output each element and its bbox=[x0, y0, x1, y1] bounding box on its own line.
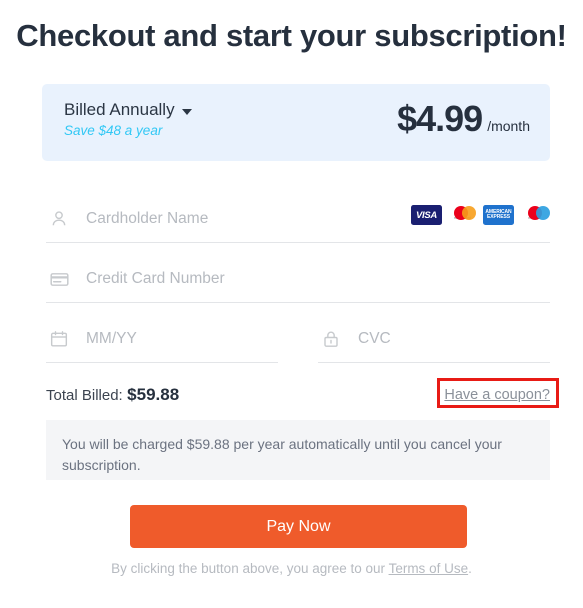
cvc-input[interactable] bbox=[358, 330, 550, 348]
lock-icon bbox=[318, 326, 344, 352]
credit-card-icon bbox=[46, 266, 72, 292]
payment-form: VISA mastercard AMERICAN EXPRESS bbox=[46, 196, 550, 363]
total-billed-label: Total Billed: bbox=[46, 387, 123, 404]
plan-banner: Billed Annually Save $48 a year $4.99 /m… bbox=[42, 84, 550, 161]
cardholder-row: VISA mastercard AMERICAN EXPRESS bbox=[46, 196, 550, 243]
pay-now-button[interactable]: Pay Now bbox=[130, 505, 467, 548]
card-number-row bbox=[46, 256, 550, 303]
american-express-icon: AMERICAN EXPRESS bbox=[483, 205, 514, 225]
chevron-down-icon bbox=[181, 108, 192, 115]
expiry-cvc-row bbox=[46, 316, 550, 363]
billing-disclaimer: You will be charged $59.88 per year auto… bbox=[46, 420, 550, 480]
card-number-field[interactable] bbox=[46, 256, 550, 303]
card-number-input[interactable] bbox=[86, 270, 550, 288]
expiry-input[interactable] bbox=[86, 330, 278, 348]
mastercard-icon: mastercard bbox=[447, 205, 478, 225]
total-billed-row: Total Billed: $59.88 Have a coupon? bbox=[46, 385, 550, 405]
calendar-icon bbox=[46, 326, 72, 352]
visa-icon: VISA bbox=[411, 205, 442, 225]
terms-note-suffix: . bbox=[468, 561, 472, 576]
total-billed-amount: $59.88 bbox=[127, 385, 180, 404]
cvc-field[interactable] bbox=[318, 316, 550, 363]
plan-savings-label: Save $48 a year bbox=[64, 123, 163, 139]
billing-cycle-label: Billed Annually bbox=[64, 100, 175, 119]
person-icon bbox=[46, 206, 72, 232]
terms-note: By clicking the button above, you agree … bbox=[0, 561, 583, 576]
plan-details: Billed Annually Save $48 a year bbox=[64, 100, 192, 138]
page-title: Checkout and start your subscription! bbox=[16, 18, 567, 53]
terms-of-use-link[interactable]: Terms of Use bbox=[389, 561, 469, 576]
terms-note-prefix: By clicking the button above, you agree … bbox=[111, 561, 389, 576]
expiry-field[interactable] bbox=[46, 316, 278, 363]
plan-price: $4.99 /month bbox=[397, 98, 530, 140]
card-brand-logos: VISA mastercard AMERICAN EXPRESS bbox=[411, 205, 550, 225]
cardholder-field[interactable]: VISA mastercard AMERICAN EXPRESS bbox=[46, 196, 550, 243]
checkout-page: Checkout and start your subscription! Bi… bbox=[0, 0, 583, 608]
price-amount: $4.99 bbox=[397, 98, 483, 139]
coupon-link[interactable]: Have a coupon? bbox=[444, 387, 550, 403]
price-period: /month bbox=[487, 118, 530, 134]
total-billed: Total Billed: $59.88 bbox=[46, 385, 179, 405]
maestro-icon: maestro bbox=[519, 205, 550, 225]
billing-cycle-selector[interactable]: Billed Annually bbox=[64, 100, 192, 120]
